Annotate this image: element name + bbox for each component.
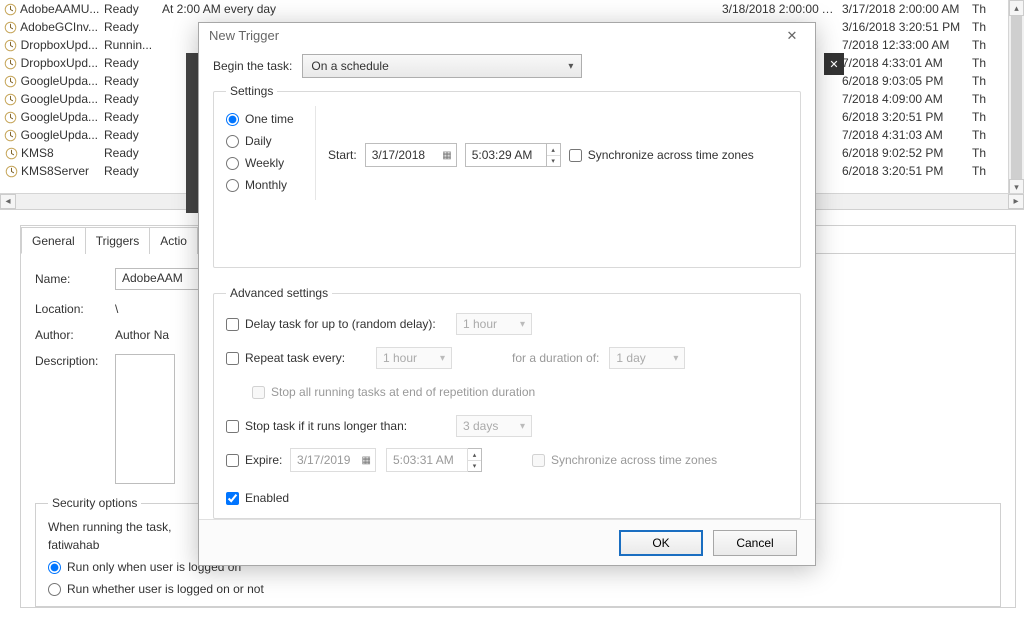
start-label: Start: [328,148,357,162]
table-row[interactable]: AdobeAAMU...ReadyAt 2:00 AM every day3/1… [0,0,1024,18]
radio-any[interactable]: Run whether user is logged on or not [48,582,988,596]
opt-weekly[interactable]: Weekly [226,156,315,170]
delay-select[interactable]: 1 hour [456,313,532,335]
repeat-duration-select[interactable]: 1 day [609,347,685,369]
advanced-legend: Advanced settings [226,286,332,300]
clock-icon [4,92,18,106]
repeat-every-select[interactable]: 1 hour [376,347,452,369]
begin-task-select[interactable]: On a schedule [302,54,582,78]
name-label: Name: [35,272,115,286]
close-icon[interactable]: ✕ [779,26,805,46]
stop-if-select[interactable]: 3 days [456,415,532,437]
security-legend: Security options [48,496,141,510]
expire-time-field[interactable]: 5:03:31 AM [386,448,468,472]
schedule-options: One time Daily Weekly Monthly [226,106,316,200]
advanced-settings: Advanced settings Delay task for up to (… [213,286,801,519]
begin-task-label: Begin the task: [213,59,292,73]
ok-button[interactable]: OK [619,530,703,556]
opt-one-time[interactable]: One time [226,112,315,126]
settings-group: Settings One time Daily Weekly Monthly S… [213,84,801,268]
repeat-checkbox[interactable]: Repeat task every: [226,351,376,365]
expire-spinner[interactable]: ▴▾ [468,448,482,472]
delay-checkbox[interactable]: Delay task for up to (random delay): [226,317,456,331]
new-trigger-dialog: New Trigger ✕ Begin the task: On a sched… [198,22,816,566]
spin-down-icon: ▾ [547,156,560,167]
spin-down-icon: ▾ [468,461,481,472]
opt-monthly[interactable]: Monthly [226,178,315,192]
expire-checkbox[interactable]: Expire: [226,453,290,467]
spin-up-icon: ▴ [468,449,481,461]
clock-icon [4,2,17,16]
location-label: Location: [35,302,115,316]
description-field[interactable] [115,354,175,484]
vertical-scrollbar[interactable]: ▴ ▾ [1008,0,1024,195]
time-spinner[interactable]: ▴▾ [547,143,561,167]
scroll-left-icon[interactable]: ◂ [0,194,16,209]
start-time-field[interactable]: 5:03:29 AM [465,143,547,167]
dialog-title: New Trigger [209,28,279,43]
opt-daily[interactable]: Daily [226,134,315,148]
expire-date-field[interactable]: 3/17/2019 [290,448,376,472]
background-close-icon[interactable]: ✕ [824,53,844,75]
sync-tz-checkbox[interactable]: Synchronize across time zones [569,148,754,162]
clock-icon [4,20,17,34]
clock-icon [4,110,18,124]
scroll-right-icon[interactable]: ▸ [1008,194,1024,209]
clock-icon [4,164,18,178]
tab-general[interactable]: General [21,227,86,254]
expire-sync-checkbox: Synchronize across time zones [532,453,762,467]
clock-icon [4,74,18,88]
clock-icon [4,128,18,142]
description-label: Description: [35,354,115,368]
scroll-up-icon[interactable]: ▴ [1009,0,1024,16]
clock-icon [4,146,18,160]
scroll-thumb[interactable] [1011,16,1022,179]
author-label: Author: [35,328,115,342]
tab-actions[interactable]: Actio [149,227,198,254]
settings-legend: Settings [226,84,277,98]
spin-up-icon: ▴ [547,144,560,156]
clock-icon [4,56,18,70]
clock-icon [4,38,18,52]
stop-all-checkbox: Stop all running tasks at end of repetit… [252,385,535,399]
tab-triggers[interactable]: Triggers [85,227,151,254]
repeat-duration-label: for a duration of: [512,351,599,365]
cancel-button[interactable]: Cancel [713,530,797,556]
stop-if-checkbox[interactable]: Stop task if it runs longer than: [226,419,456,433]
start-date-field[interactable]: 3/17/2018 [365,143,457,167]
enabled-checkbox[interactable]: Enabled [226,491,456,505]
